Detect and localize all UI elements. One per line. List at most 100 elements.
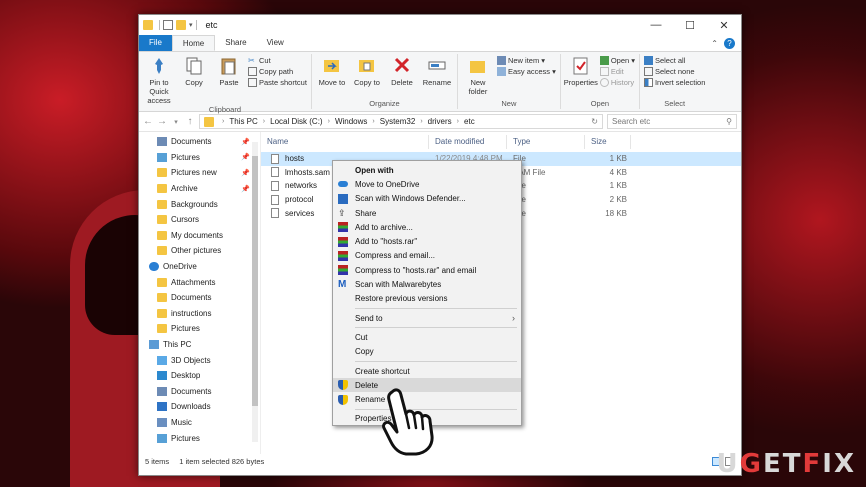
divider <box>195 20 197 30</box>
nav-label: Documents <box>171 386 212 396</box>
tab-view[interactable]: View <box>257 35 294 51</box>
column-name[interactable]: Name <box>261 135 429 149</box>
tab-file[interactable]: File <box>139 35 172 51</box>
paste-button[interactable]: Paste <box>213 54 245 105</box>
breadcrumb-local-disk[interactable]: Local Disk (C:) <box>270 117 322 126</box>
copy-to-button[interactable]: Copy to <box>351 54 383 99</box>
menu-create-shortcut[interactable]: Create shortcut <box>333 364 521 378</box>
column-type[interactable]: Type <box>507 135 585 149</box>
nav-item[interactable]: Music <box>139 415 260 431</box>
ugetfix-logo: UGETFIX <box>717 449 856 479</box>
move-to-button[interactable]: Move to <box>316 54 348 99</box>
maximize-button[interactable]: ☐ <box>673 15 707 35</box>
nav-item[interactable]: Desktop <box>139 368 260 384</box>
nav-item[interactable]: Archive 📌 <box>139 181 260 197</box>
chevron-up-icon[interactable]: ⌃ <box>711 39 718 48</box>
nav-item[interactable]: Pictures <box>139 430 260 446</box>
delete-button[interactable]: Delete <box>386 54 418 99</box>
nav-item[interactable]: Downloads <box>139 399 260 415</box>
select-all-button[interactable]: Select all <box>643 56 705 65</box>
edit-button[interactable]: Edit <box>599 67 635 76</box>
properties-label: Properties <box>563 78 598 87</box>
nav-item[interactable]: 3D Objects <box>139 352 260 368</box>
paste-shortcut-button[interactable]: Paste shortcut <box>248 78 307 87</box>
menu-label: Delete <box>355 380 379 390</box>
minimize-button[interactable]: — <box>639 15 673 35</box>
nav-item[interactable]: Other pictures <box>139 243 260 259</box>
menu-move-to-onedrive[interactable]: Move to OneDrive <box>333 177 521 191</box>
tab-home[interactable]: Home <box>171 35 216 51</box>
open-label: Open <box>590 99 610 108</box>
invert-selection-button[interactable]: Invert selection <box>643 78 705 87</box>
menu-scan-malwarebytes[interactable]: M Scan with Malwarebytes <box>333 277 521 291</box>
copy-path-button[interactable]: Copy path <box>248 67 307 76</box>
recent-dropdown-icon[interactable]: ▾ <box>171 118 181 126</box>
nav-scroll-thumb[interactable] <box>252 156 258 406</box>
forward-icon[interactable]: → <box>157 116 167 127</box>
file-icon <box>271 180 279 191</box>
new-item-button[interactable]: New item ▾ <box>496 56 556 65</box>
nav-item-onedrive[interactable]: OneDrive <box>139 259 260 275</box>
breadcrumb-system32[interactable]: System32 <box>380 117 416 126</box>
rename-button[interactable]: Rename <box>421 54 453 99</box>
close-button[interactable]: ✕ <box>707 15 741 35</box>
select-none-label: Select none <box>654 67 695 76</box>
search-input[interactable]: Search etc ⚲ <box>607 114 737 129</box>
breadcrumb-drivers[interactable]: drivers <box>428 117 452 126</box>
nav-item[interactable]: Documents 📌 <box>139 134 260 150</box>
file-size: 18 KB <box>605 208 627 218</box>
properties-icon[interactable] <box>163 20 173 30</box>
new-folder-button[interactable]: New folder <box>462 54 494 99</box>
open-button[interactable]: Open ▾ <box>599 56 635 65</box>
file-name: networks <box>285 181 318 191</box>
nav-item[interactable]: Cursors <box>139 212 260 228</box>
menu-share[interactable]: ⇪ Share <box>333 206 521 220</box>
nav-label: Other pictures <box>171 246 222 256</box>
column-date[interactable]: Date modified <box>429 135 507 149</box>
pin-icon: 📌 <box>241 169 250 177</box>
select-none-button[interactable]: Select none <box>643 67 705 76</box>
nav-item[interactable]: Attachments <box>139 274 260 290</box>
menu-compress-email[interactable]: Compress and email... <box>333 249 521 263</box>
breadcrumb-this-pc[interactable]: This PC <box>229 117 257 126</box>
nav-item[interactable]: Pictures new 📌 <box>139 165 260 181</box>
dropdown-icon[interactable]: ▾ <box>189 21 193 29</box>
menu-restore-versions[interactable]: Restore previous versions <box>333 292 521 306</box>
new-folder-icon[interactable] <box>176 20 186 30</box>
easy-access-icon <box>496 67 506 76</box>
column-size[interactable]: Size <box>585 135 631 149</box>
menu-compress-rar-email[interactable]: Compress to "hosts.rar" and email <box>333 263 521 277</box>
pin-quick-access-button[interactable]: Pin to Quick access <box>143 54 175 105</box>
help-icon[interactable]: ? <box>724 37 735 49</box>
nav-item[interactable]: Pictures 📌 <box>139 150 260 166</box>
copy-button[interactable]: Copy <box>178 54 210 105</box>
nav-item[interactable]: instructions <box>139 306 260 322</box>
nav-label: My documents <box>171 230 224 240</box>
menu-send-to[interactable]: Send to › <box>333 311 521 325</box>
address-bar[interactable]: › This PC › Local Disk (C:) › Windows › … <box>199 114 603 129</box>
nav-item[interactable]: My documents <box>139 228 260 244</box>
nav-item[interactable]: Backgrounds <box>139 196 260 212</box>
menu-scan-defender[interactable]: Scan with Windows Defender... <box>333 192 521 206</box>
menu-add-to-rar[interactable]: Add to "hosts.rar" <box>333 234 521 248</box>
breadcrumb-etc[interactable]: etc <box>464 117 475 126</box>
breadcrumb-windows[interactable]: Windows <box>335 117 367 126</box>
nav-item[interactable]: Documents <box>139 384 260 400</box>
refresh-icon[interactable]: ↻ <box>591 117 598 126</box>
new-folder-label: New folder <box>468 78 488 96</box>
menu-cut[interactable]: Cut <box>333 330 521 344</box>
properties-button[interactable]: Properties <box>563 54 598 99</box>
back-icon[interactable]: ← <box>143 116 153 127</box>
nav-item-this-pc[interactable]: This PC <box>139 337 260 353</box>
easy-access-button[interactable]: Easy access ▾ <box>496 67 556 76</box>
menu-copy[interactable]: Copy <box>333 345 521 359</box>
tab-share[interactable]: Share <box>215 35 256 51</box>
up-icon[interactable]: ↑ <box>185 116 195 127</box>
nav-item[interactable]: Documents <box>139 290 260 306</box>
menu-open-with[interactable]: Open with <box>333 163 521 177</box>
menu-add-to-archive[interactable]: Add to archive... <box>333 220 521 234</box>
cut-button[interactable]: ✂ Cut <box>248 56 307 65</box>
history-button[interactable]: History <box>599 78 635 87</box>
nav-item[interactable]: Pictures <box>139 321 260 337</box>
file-icon <box>271 208 279 219</box>
